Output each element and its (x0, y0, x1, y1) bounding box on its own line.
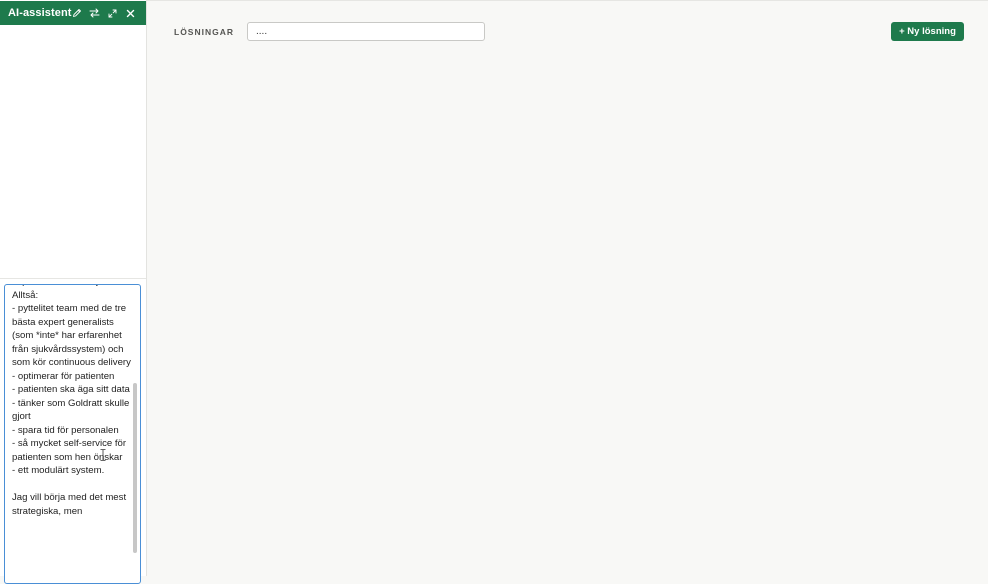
chat-divider (0, 278, 146, 279)
text-cursor-icon (100, 448, 106, 461)
swap-icon[interactable] (88, 6, 101, 20)
ai-assistant-header: AI-assistent (0, 1, 146, 25)
chat-input[interactable]: experiment för 1 miljon. Alltså: - pytte… (4, 284, 141, 584)
top-border (147, 0, 988, 1)
new-solution-button[interactable]: + Ny lösning (891, 22, 964, 41)
header-icon-group (70, 1, 137, 25)
solutions-section-label: LÖSNINGAR (174, 27, 234, 37)
ai-assistant-title: AI-assistent (8, 7, 72, 19)
expand-icon[interactable] (106, 6, 119, 20)
chat-input-text[interactable]: experiment för 1 miljon. Alltså: - pytte… (12, 285, 132, 518)
pencil-icon[interactable] (70, 6, 83, 20)
solutions-search-input[interactable] (247, 22, 485, 41)
chat-input-scrollbar[interactable] (133, 383, 137, 553)
close-icon[interactable] (124, 6, 137, 20)
ai-assistant-panel: AI-assistent Alltså: - pyttelitet team m… (0, 0, 147, 584)
chat-message-area (0, 25, 146, 278)
